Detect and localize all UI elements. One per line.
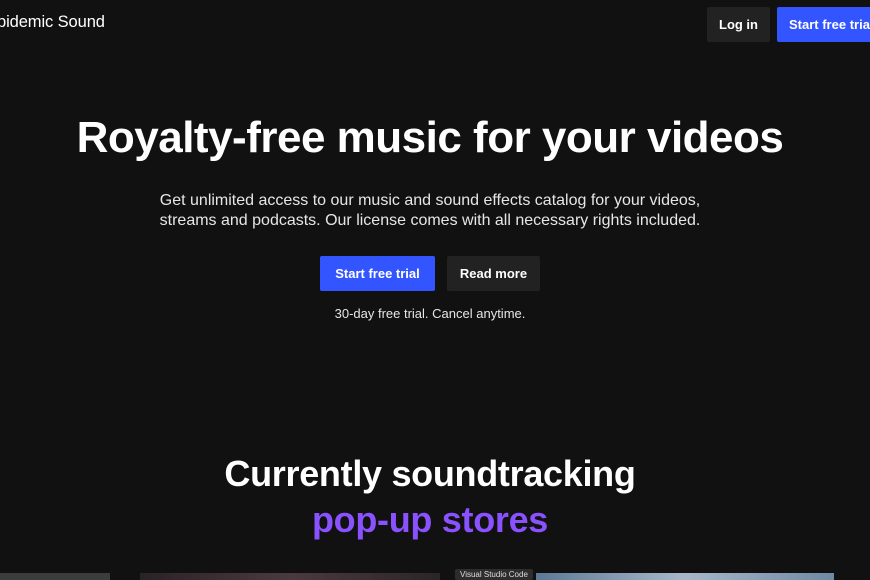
hero-subtitle-line-1: Get unlimited access to our music and so… — [159, 192, 701, 209]
soundtracking-title: Currently soundtracking — [224, 453, 636, 494]
header-start-trial-button[interactable]: Start free trial — [777, 7, 870, 42]
hero-subtitle: Get unlimited access to our music and so… — [0, 191, 860, 231]
showcase-thumbnail[interactable] — [0, 573, 110, 580]
soundtracking-highlight: pop-up stores — [311, 499, 549, 540]
app-tooltip: Visual Studio Code — [455, 569, 533, 580]
start-free-trial-button[interactable]: Start free trial — [320, 256, 435, 291]
login-button[interactable]: Log in — [707, 7, 770, 42]
trial-note: 30-day free trial. Cancel anytime. — [334, 306, 526, 321]
hero-subtitle-line-2: streams and podcasts. Our license comes … — [159, 212, 701, 229]
read-more-button[interactable]: Read more — [447, 256, 540, 291]
brand-logo[interactable]: pidemic Sound — [0, 13, 105, 32]
showcase-thumbnails — [0, 573, 870, 580]
showcase-thumbnail[interactable] — [536, 573, 834, 580]
hero-title: Royalty-free music for your videos — [76, 113, 784, 162]
showcase-thumbnail[interactable] — [140, 573, 440, 580]
